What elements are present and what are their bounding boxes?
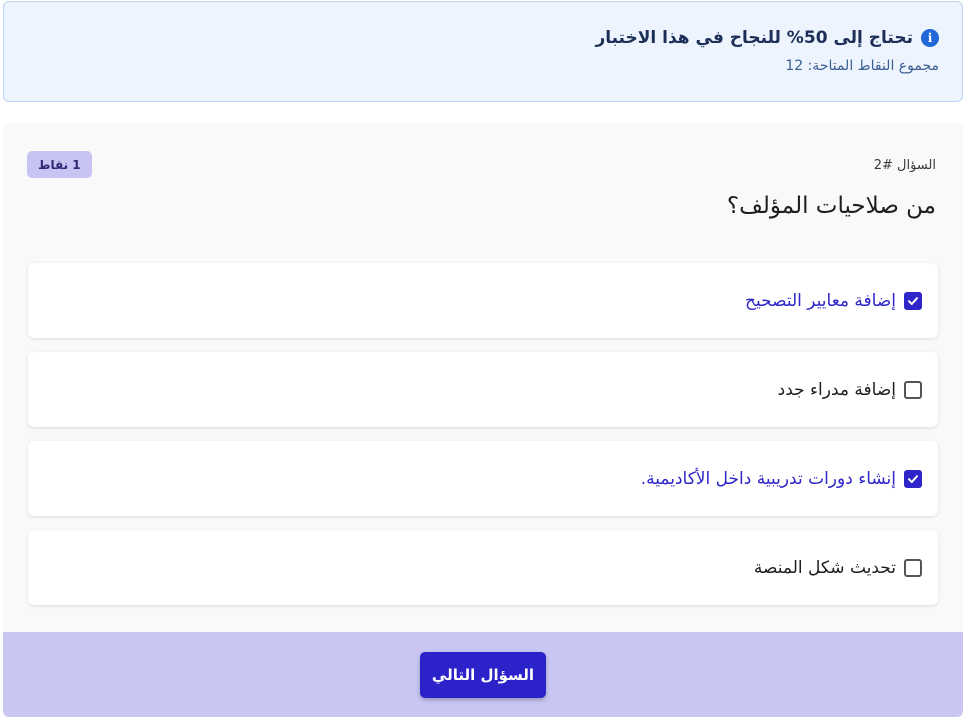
check-icon: [908, 296, 918, 305]
total-points-text: مجموع النقاط المتاحة: 12: [785, 58, 939, 74]
check-icon: [908, 474, 918, 483]
option-checkbox[interactable]: [904, 558, 922, 577]
info-banner: i تحتاج إلى 50% للنجاح في هذا الاختبار م…: [3, 1, 963, 102]
option-label: تحديث شكل المنصة: [753, 557, 896, 578]
quiz-page: i تحتاج إلى 50% للنجاح في هذا الاختبار م…: [0, 0, 966, 717]
option-3[interactable]: تحديث شكل المنصة: [28, 530, 938, 605]
pass-requirement-text: تحتاج إلى 50% للنجاح في هذا الاختبار: [595, 28, 913, 48]
option-checkbox[interactable]: [904, 380, 922, 399]
option-label: إنشاء دورات تدريبية داخل الأكاديمية.: [640, 468, 896, 489]
option-0[interactable]: إضافة معايير التصحيح: [28, 263, 938, 338]
question-number: السؤال #2: [873, 158, 936, 173]
option-2[interactable]: إنشاء دورات تدريبية داخل الأكاديمية.: [28, 441, 938, 516]
points-badge: 1 نقاط: [27, 151, 92, 178]
info-title-row: i تحتاج إلى 50% للنجاح في هذا الاختبار: [27, 28, 939, 48]
option-label: إضافة معايير التصحيح: [745, 290, 896, 311]
option-label: إضافة مدراء جدد: [777, 379, 896, 400]
question-card: السؤال #2 1 نقاط من صلاحيات المؤلف؟ إضاف…: [3, 123, 963, 633]
option-checkbox[interactable]: [904, 291, 922, 310]
question-header: السؤال #2 1 نقاط: [27, 151, 936, 179]
options-list: إضافة معايير التصحيح إضافة مدراء جدد إنش…: [28, 263, 938, 619]
question-text: من صلاحيات المؤلف؟: [726, 193, 936, 219]
option-checkbox[interactable]: [904, 469, 922, 488]
next-question-button[interactable]: السؤال التالي: [420, 651, 546, 698]
quiz-footer: السؤال التالي: [3, 632, 963, 717]
option-1[interactable]: إضافة مدراء جدد: [28, 352, 938, 427]
info-icon: i: [921, 29, 939, 47]
